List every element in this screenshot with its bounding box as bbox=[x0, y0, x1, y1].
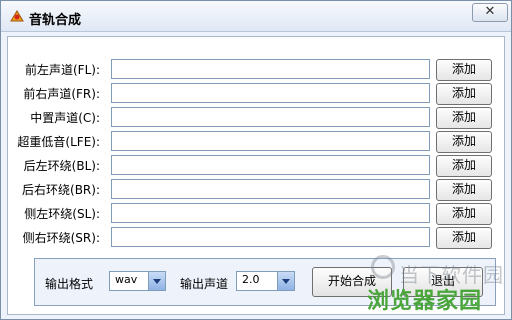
add-button-fl[interactable]: 添加 bbox=[436, 59, 492, 81]
add-button-br[interactable]: 添加 bbox=[436, 179, 492, 201]
close-icon: ✕ bbox=[484, 4, 496, 19]
label-sl: 侧左环绕(SL): bbox=[24, 207, 100, 221]
label-c: 中置声道(C): bbox=[30, 111, 100, 125]
label-br: 后右环绕(BR): bbox=[22, 183, 100, 197]
title-bar: 音轨合成 ✕ bbox=[1, 1, 511, 32]
input-sl[interactable] bbox=[111, 203, 430, 223]
label-fl: 前左声道(FL): bbox=[25, 63, 100, 77]
label-lfe: 超重低音(LFE): bbox=[17, 135, 100, 149]
chevron-down-icon[interactable] bbox=[148, 272, 165, 290]
channel-value: 2.0 bbox=[242, 273, 260, 286]
add-button-sr[interactable]: 添加 bbox=[436, 227, 492, 249]
input-fr[interactable] bbox=[111, 83, 430, 103]
add-button-fr[interactable]: 添加 bbox=[436, 83, 492, 105]
format-value: wav bbox=[115, 273, 138, 286]
label-fr: 前右声道(FR): bbox=[23, 87, 100, 101]
channel-label: 输出声道 bbox=[180, 277, 229, 291]
window-title: 音轨合成 bbox=[29, 13, 82, 28]
watermark-line2: 浏览器家园 bbox=[367, 289, 483, 314]
app-icon bbox=[10, 10, 24, 22]
watermark-logo-icon bbox=[371, 255, 395, 279]
input-lfe[interactable] bbox=[111, 131, 430, 151]
format-label: 输出格式 bbox=[45, 277, 94, 291]
app-window: 音轨合成 ✕ 前左声道(FL): 添加 前右声道(FR): 添加 中置声道(C)… bbox=[0, 0, 512, 320]
add-button-lfe[interactable]: 添加 bbox=[436, 131, 492, 153]
add-button-sl[interactable]: 添加 bbox=[436, 203, 492, 225]
chevron-down-icon[interactable] bbox=[277, 272, 294, 290]
label-sr: 侧右环绕(SR): bbox=[22, 231, 100, 245]
close-button[interactable]: ✕ bbox=[472, 3, 508, 22]
input-bl[interactable] bbox=[111, 155, 430, 175]
channel-select[interactable]: 2.0 bbox=[236, 271, 295, 291]
format-select[interactable]: wav bbox=[109, 271, 166, 291]
add-button-bl[interactable]: 添加 bbox=[436, 155, 492, 177]
input-c[interactable] bbox=[111, 107, 430, 127]
label-bl: 后左环绕(BL): bbox=[23, 159, 100, 173]
input-sr[interactable] bbox=[111, 227, 430, 247]
input-br[interactable] bbox=[111, 179, 430, 199]
add-button-c[interactable]: 添加 bbox=[436, 107, 492, 129]
input-fl[interactable] bbox=[111, 59, 430, 79]
